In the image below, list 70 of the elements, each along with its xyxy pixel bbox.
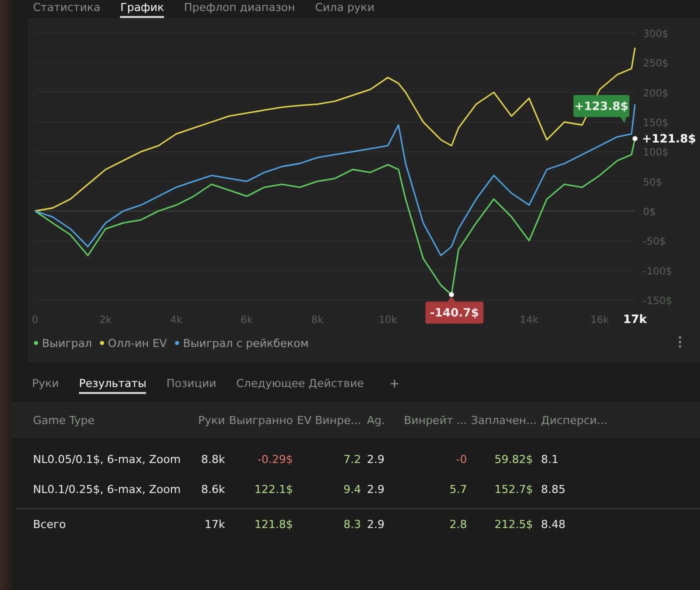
x-tick-label: 4k (170, 315, 182, 326)
y-tick-label: 50$ (643, 177, 662, 188)
table-cell-text: 2.9 (366, 482, 386, 496)
total-cell-text: 2.8 (448, 518, 467, 530)
y-tick-label: 150$ (643, 118, 668, 129)
tab[interactable]: Префлоп диапазон (184, 0, 296, 18)
column-header[interactable]: Дисперси... (533, 414, 621, 426)
cursor-x-label: 17k (623, 312, 647, 326)
table-cell-text: 152.7$ (494, 482, 533, 496)
y-tick-label: 300$ (643, 29, 668, 40)
tab[interactable]: Статистика (33, 0, 100, 18)
x-tick-label: 2k (100, 315, 112, 326)
legend-label[interactable]: Выиграл (42, 336, 92, 350)
x-tick-label: 16k (590, 315, 609, 326)
table-cell-text: 9.4 (342, 482, 361, 496)
min-point-marker (448, 292, 454, 298)
end-point-marker (632, 136, 638, 142)
end-value-label: +121.8$ (642, 132, 696, 146)
table-cell-text: -0 (455, 452, 467, 466)
y-tick-label: -150$ (643, 296, 672, 307)
table-cell-text: 5.7 (448, 482, 467, 496)
total-cell-text: 212.5$ (494, 518, 533, 530)
table-cell-text: -0.29$ (256, 452, 293, 466)
tab[interactable]: Следующее Действие (236, 376, 364, 394)
column-header[interactable]: Винрейт ... (401, 414, 467, 426)
total-cell-text: 8.48 (540, 518, 566, 530)
annotation: -140.7$ (430, 306, 480, 320)
column-header[interactable]: Game Type (33, 414, 189, 426)
column-header[interactable]: EV Винре... (293, 414, 361, 426)
tab[interactable]: Сила руки (315, 0, 374, 18)
x-tick-label: 8k (311, 315, 324, 326)
x-tick-label: 14k (520, 315, 538, 326)
value-tooltip: +123.8$ (573, 95, 630, 123)
add-tab-button[interactable]: + (386, 376, 404, 394)
y-tick-label: 0$ (643, 207, 656, 218)
table-cell-text: 59.82$ (494, 452, 533, 466)
annotation: +123.8$ (574, 99, 628, 113)
total-cell-text: 17k (204, 518, 225, 530)
total-cell-text: 121.8$ (254, 518, 293, 530)
column-header[interactable]: Руки (189, 414, 225, 426)
value-tooltip: -140.7$ (425, 296, 484, 324)
table-cell-text: NL0.1/0.25$, 6-max, Zoom (33, 482, 182, 496)
y-tick-label: 100$ (643, 148, 668, 159)
tab[interactable]: Результаты (78, 376, 146, 394)
total-cell-text: 8.3 (342, 518, 361, 530)
table-cell-text: 8.1 (540, 452, 560, 466)
total-cell-text: 2.9 (366, 518, 386, 530)
table-cell-text: 8.8k (200, 452, 225, 466)
table-cell-text: 122.1$ (254, 482, 293, 496)
table-cell-text: NL0.05/0.1$, 6-max, Zoom (33, 452, 182, 466)
x-tick-label: 10k (378, 315, 398, 326)
y-tick-label: 200$ (643, 88, 668, 100)
total-cell-text: Всего (33, 518, 67, 530)
legend-label[interactable]: Олл-ин EV (108, 336, 167, 350)
column-header[interactable]: Ag. (361, 414, 401, 426)
legend-label[interactable]: Выиграл с рейкбеком (182, 336, 309, 350)
y-tick-label: -50$ (643, 236, 666, 248)
column-header[interactable]: Выигранно (225, 414, 293, 426)
y-tick-label: 250$ (643, 58, 668, 70)
tab[interactable]: Руки (32, 376, 59, 394)
table-cell-text: 2.9 (366, 452, 386, 466)
x-tick-label: 0 (32, 315, 38, 326)
y-tick-label: -100$ (643, 266, 672, 278)
table-cell-text: 8.6k (200, 482, 225, 496)
x-tick-label: 6k (240, 315, 253, 326)
tab[interactable]: Позиции (166, 376, 216, 394)
table-cell-text: 7.2 (342, 452, 361, 466)
more-options-icon[interactable] (678, 336, 682, 348)
column-header[interactable]: Заплачен... (467, 414, 533, 426)
table-cell-text: 8.85 (540, 482, 566, 496)
